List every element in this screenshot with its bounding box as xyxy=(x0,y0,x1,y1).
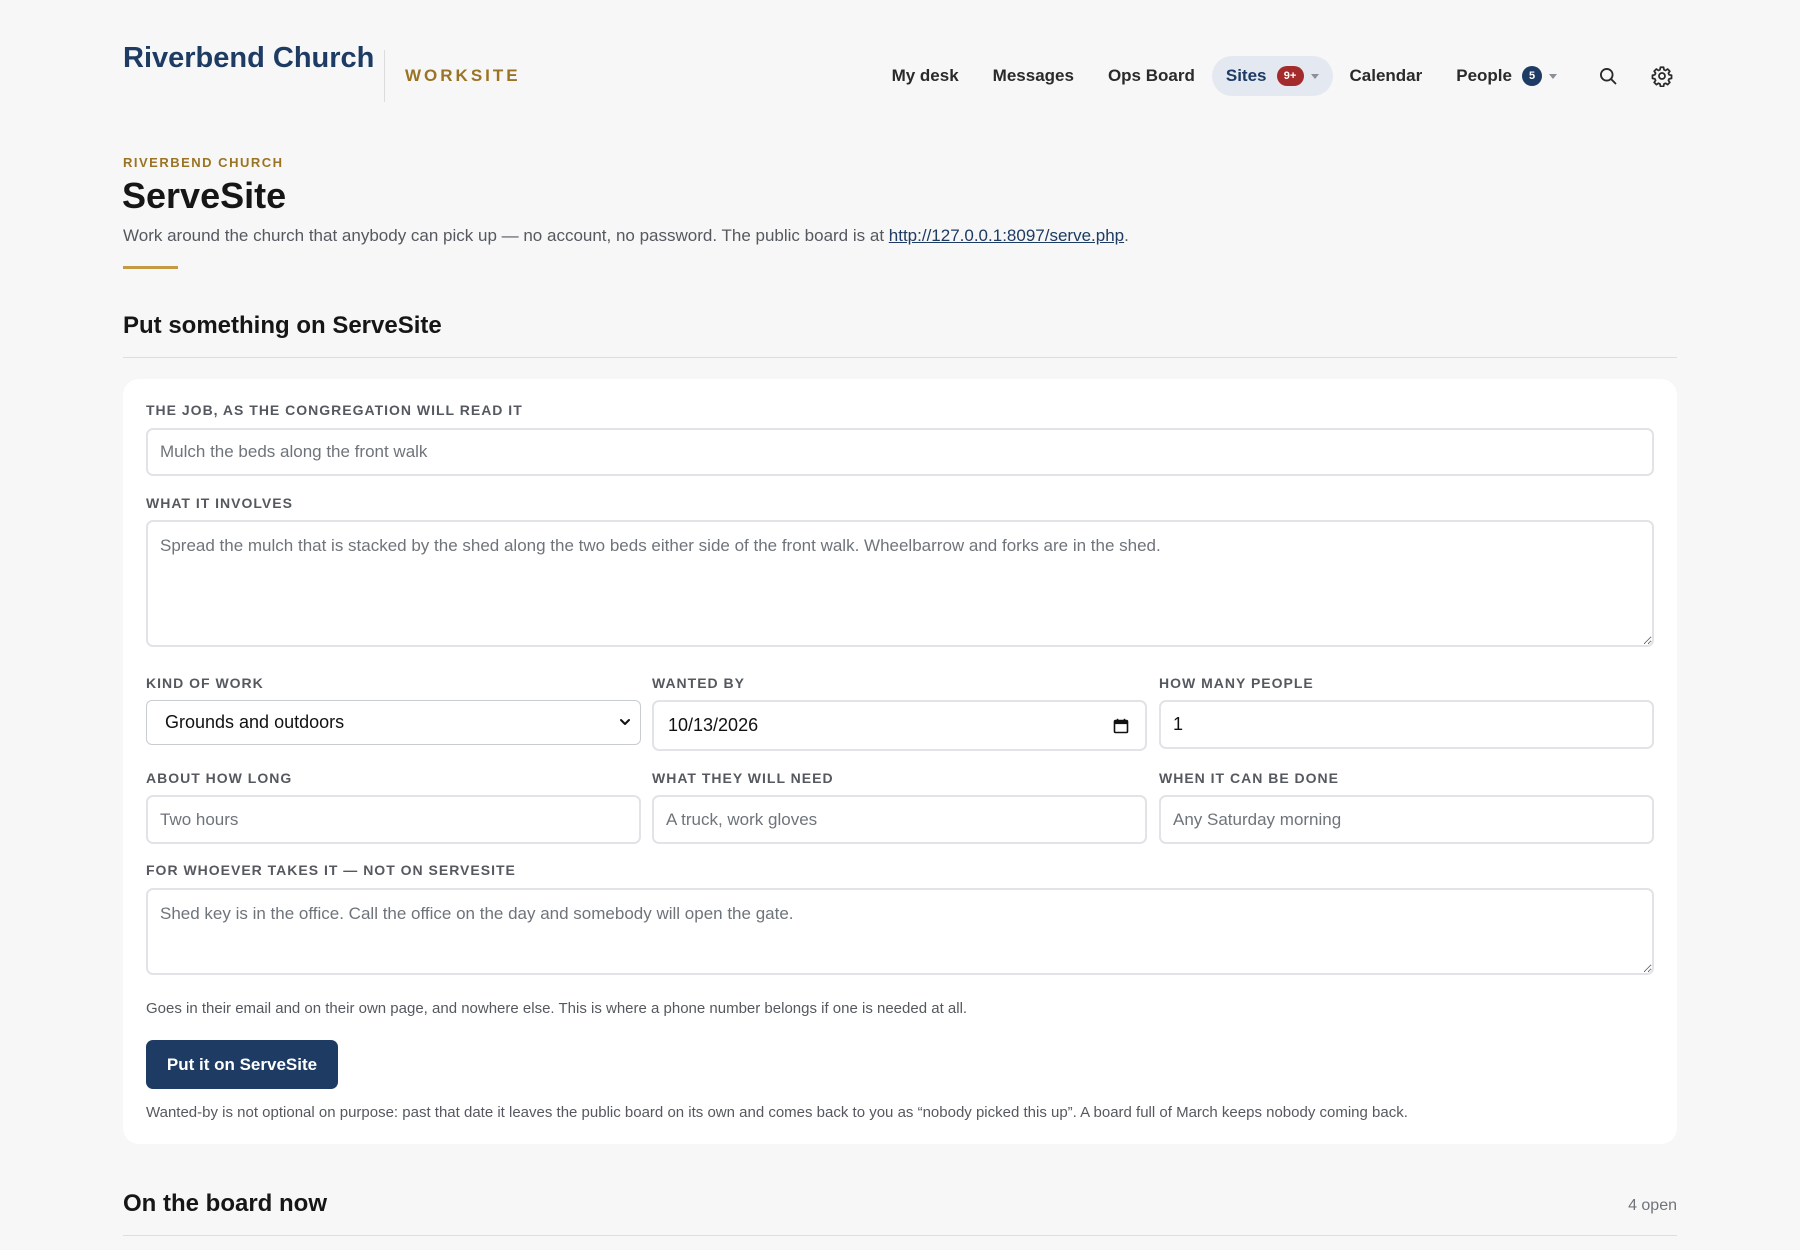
calendar-icon[interactable] xyxy=(1113,718,1129,734)
page-title: ServeSite xyxy=(122,175,287,216)
public-board-link[interactable]: http://127.0.0.1:8097/serve.php xyxy=(889,226,1124,245)
gold-divider xyxy=(123,266,178,269)
page-eyebrow: RIVERBEND CHURCH xyxy=(123,155,284,170)
open-count: 4 open xyxy=(1628,1197,1677,1214)
nav-item-calendar[interactable]: Calendar xyxy=(1333,56,1440,96)
how-long-label: ABOUT HOW LONG xyxy=(146,770,293,786)
chevron-down-icon xyxy=(620,719,630,725)
people-count-badge: 5 xyxy=(1522,66,1542,86)
nav-item-label: Messages xyxy=(992,66,1074,85)
how-long-input[interactable] xyxy=(146,795,641,844)
when-label: WHEN IT CAN BE DONE xyxy=(1159,770,1339,786)
private-note-label: FOR WHOEVER TAKES IT — NOT ON SERVESITE xyxy=(146,862,516,878)
gear-icon xyxy=(1651,66,1673,87)
needs-input[interactable] xyxy=(652,795,1147,844)
nav-item-my-desk[interactable]: My desk xyxy=(875,56,976,96)
submit-button[interactable]: Put it on ServeSite xyxy=(146,1040,338,1089)
section-divider xyxy=(123,1235,1677,1236)
search-button[interactable] xyxy=(1588,56,1628,96)
involves-textarea[interactable] xyxy=(146,520,1654,647)
private-note-textarea[interactable] xyxy=(146,888,1654,975)
kind-of-work-select[interactable]: Grounds and outdoors xyxy=(146,700,641,745)
private-note-help: Goes in their email and on their own pag… xyxy=(146,1000,968,1017)
nav-item-messages[interactable]: Messages xyxy=(976,56,1091,96)
form-section-title: Put something on ServeSite xyxy=(123,312,442,339)
brand-name[interactable]: Riverbend Church xyxy=(123,42,374,75)
brand-subtitle: WORKSITE xyxy=(405,66,521,85)
when-input[interactable] xyxy=(1159,795,1654,844)
search-icon xyxy=(1600,68,1617,85)
main-nav: My desk Messages Ops Board Sites 9+ Cale… xyxy=(875,56,1682,96)
nav-item-ops-board[interactable]: Ops Board xyxy=(1091,56,1212,96)
kind-of-work-label: KIND OF WORK xyxy=(146,675,264,691)
top-bar: Riverbend Church WORKSITE My desk Messag… xyxy=(0,0,1800,120)
new-job-form xyxy=(123,379,1677,1144)
board-section-title: On the board now xyxy=(123,1190,327,1217)
page-intro: Work around the church that anybody can … xyxy=(123,226,1129,246)
wanted-by-date-input[interactable]: 10/13/2026 xyxy=(652,700,1147,751)
wanted-by-footnote: Wanted-by is not optional on purpose: pa… xyxy=(146,1104,1408,1121)
wanted-by-value: 10/13/2026 xyxy=(668,715,759,735)
involves-label: WHAT IT INVOLVES xyxy=(146,495,293,511)
sites-count-badge: 9+ xyxy=(1276,66,1304,86)
nav-item-label: Sites xyxy=(1225,66,1267,85)
brand-divider xyxy=(384,50,385,102)
chevron-down-icon xyxy=(1310,73,1319,79)
nav-item-people[interactable]: People 5 xyxy=(1439,56,1574,96)
people-count-label: HOW MANY PEOPLE xyxy=(1159,675,1314,691)
kind-of-work-value: Grounds and outdoors xyxy=(165,712,345,732)
people-count-input[interactable] xyxy=(1159,700,1654,749)
intro-text: Work around the church that anybody can … xyxy=(123,226,889,245)
chevron-down-icon xyxy=(1549,73,1557,79)
intro-end: . xyxy=(1124,226,1129,245)
nav-item-label: Calendar xyxy=(1349,66,1423,85)
nav-item-label: Ops Board xyxy=(1107,66,1195,85)
needs-label: WHAT THEY WILL NEED xyxy=(652,770,834,786)
nav-item-label: People xyxy=(1456,66,1512,85)
nav-item-sites[interactable]: Sites 9+ xyxy=(1211,56,1333,96)
settings-button[interactable] xyxy=(1642,56,1682,96)
wanted-by-label: WANTED BY xyxy=(652,675,745,691)
section-divider xyxy=(123,357,1677,358)
nav-item-label: My desk xyxy=(891,66,959,85)
job-title-label: THE JOB, AS THE CONGREGATION WILL READ I… xyxy=(146,402,523,418)
job-title-input[interactable] xyxy=(146,428,1654,476)
